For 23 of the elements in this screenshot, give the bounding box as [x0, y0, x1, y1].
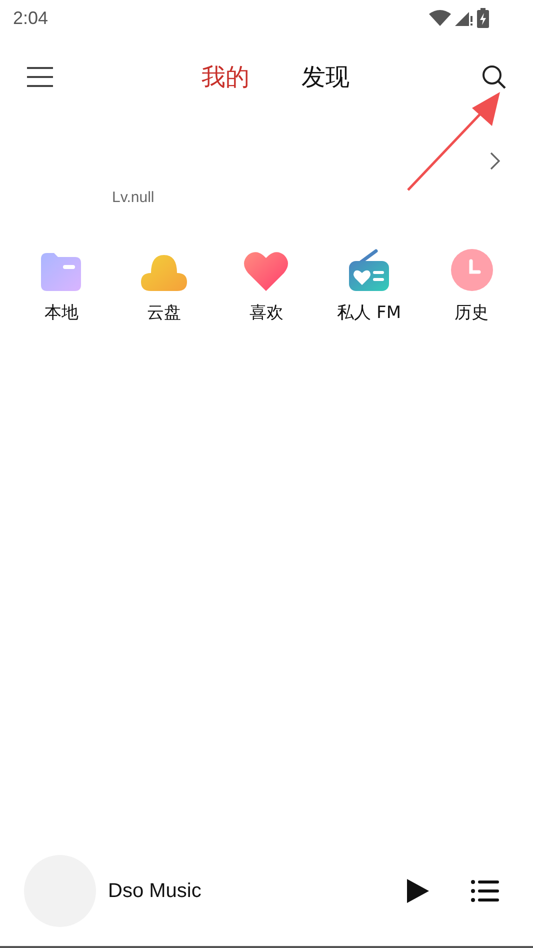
song-title: Dso Music [108, 880, 202, 902]
play-icon[interactable] [407, 879, 429, 903]
tab[interactable]: 发现 [302, 61, 350, 93]
search-button[interactable] [481, 64, 507, 90]
shortcut-button[interactable]: 喜欢 [221, 244, 312, 324]
cloud-icon [140, 255, 187, 291]
status-time: 2:04 [13, 8, 48, 28]
radio-icon [349, 249, 390, 291]
signal-icon [455, 10, 473, 26]
user-level: Lv.null [112, 188, 154, 206]
folder-icon [41, 253, 82, 291]
battery-icon [477, 8, 489, 28]
heart-icon [244, 251, 288, 291]
tab[interactable]: 我的 [202, 61, 250, 93]
chevron-right-icon[interactable] [489, 151, 501, 171]
shortcut-button[interactable]: 私人 FM [324, 244, 414, 324]
shortcut-button[interactable]: 本地 [16, 244, 106, 324]
wifi-icon [429, 10, 451, 26]
shortcut-button[interactable]: 云盘 [118, 244, 209, 324]
clock-icon [450, 249, 493, 291]
menu-button[interactable] [26, 66, 54, 88]
playlist-icon[interactable] [471, 879, 499, 903]
shortcut-button[interactable]: 历史 [426, 244, 517, 324]
